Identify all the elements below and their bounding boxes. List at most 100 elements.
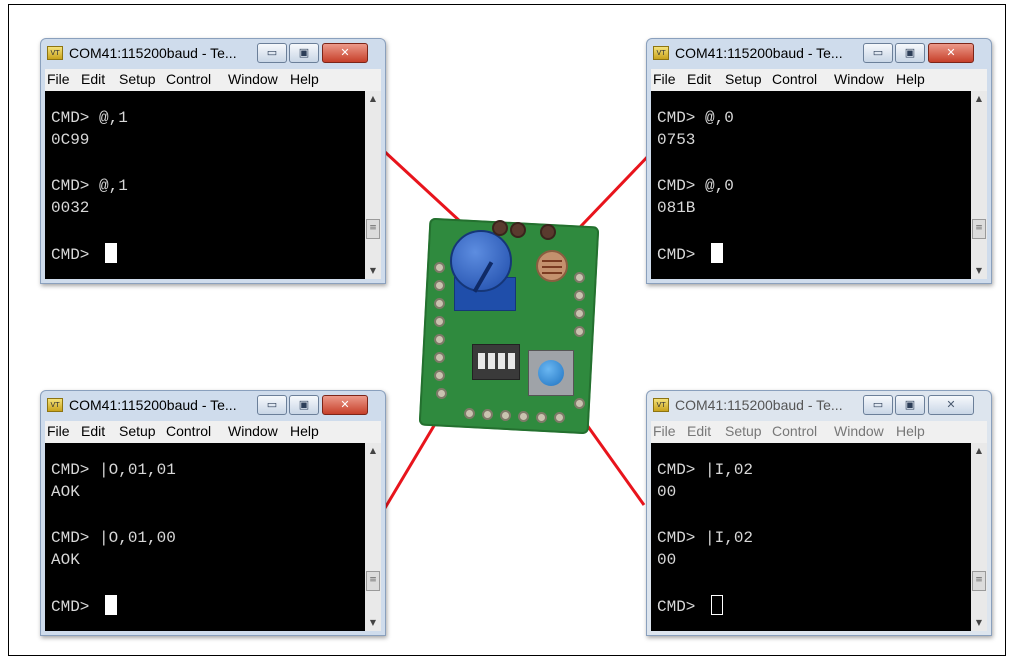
menu-file[interactable]: File bbox=[653, 423, 676, 439]
scroll-grip-icon[interactable]: ≡ bbox=[366, 571, 380, 591]
pin-pad bbox=[554, 412, 565, 423]
prompt-text: CMD> bbox=[51, 598, 100, 616]
scroll-down-icon[interactable]: ▼ bbox=[365, 615, 381, 631]
pin-pad bbox=[434, 316, 445, 327]
app-icon: VT bbox=[47, 46, 63, 60]
minimize-icon[interactable]: ▭ bbox=[863, 43, 893, 63]
scroll-down-icon[interactable]: ▼ bbox=[971, 615, 987, 631]
terminal-line: 0C99 bbox=[51, 131, 90, 149]
pin-pad bbox=[434, 262, 445, 273]
terminal-line: 081B bbox=[657, 199, 696, 217]
title-bar[interactable]: VT COM41:115200baud - Te... ▭ ▣ ✕ bbox=[41, 39, 385, 69]
menu-control[interactable]: Control bbox=[166, 71, 211, 87]
app-icon: VT bbox=[653, 46, 669, 60]
header-post bbox=[510, 222, 526, 238]
menu-help[interactable]: Help bbox=[896, 71, 925, 87]
terminal-line: 0032 bbox=[51, 199, 90, 217]
menu-window[interactable]: Window bbox=[834, 71, 884, 87]
prompt-text: CMD> bbox=[657, 598, 706, 616]
close-icon[interactable]: ✕ bbox=[928, 43, 974, 63]
menu-file[interactable]: File bbox=[47, 423, 70, 439]
scroll-up-icon[interactable]: ▲ bbox=[971, 91, 987, 107]
title-bar[interactable]: VT COM41:115200baud - Te... ▭ ▣ ✕ bbox=[647, 39, 991, 69]
pin-pad bbox=[518, 411, 529, 422]
menu-setup[interactable]: Setup bbox=[725, 423, 762, 439]
pin-pad bbox=[434, 352, 445, 363]
menu-edit[interactable]: Edit bbox=[81, 423, 105, 439]
terminal-line: AOK bbox=[51, 483, 80, 501]
menu-setup[interactable]: Setup bbox=[119, 71, 156, 87]
potentiometer-knob bbox=[450, 230, 512, 293]
menu-window[interactable]: Window bbox=[228, 71, 278, 87]
menu-control[interactable]: Control bbox=[772, 71, 817, 87]
maximize-icon[interactable]: ▣ bbox=[895, 395, 925, 415]
menu-edit[interactable]: Edit bbox=[687, 423, 711, 439]
close-icon[interactable]: ✕ bbox=[928, 395, 974, 415]
terminal-line: CMD> |I,02 bbox=[657, 529, 754, 547]
terminal-window-pot: VT COM41:115200baud - Te... ▭ ▣ ✕ File E… bbox=[40, 38, 386, 284]
minimize-icon[interactable]: ▭ bbox=[257, 43, 287, 63]
vertical-scrollbar[interactable]: ▲ ≡ ▼ bbox=[365, 443, 381, 631]
terminal-line: CMD> |O,01,01 bbox=[51, 461, 176, 479]
title-bar[interactable]: VT COM41:115200baud - Te... ▭ ▣ ✕ bbox=[41, 391, 385, 421]
pin-pad bbox=[482, 409, 493, 420]
terminal-line: 0753 bbox=[657, 131, 696, 149]
vertical-scrollbar[interactable]: ▲ ≡ ▼ bbox=[971, 443, 987, 631]
terminal-area[interactable]: CMD> @,0 0753 CMD> @,0 081B CMD> bbox=[651, 91, 971, 279]
menu-help[interactable]: Help bbox=[896, 423, 925, 439]
menu-window[interactable]: Window bbox=[228, 423, 278, 439]
menu-control[interactable]: Control bbox=[772, 423, 817, 439]
pin-pad bbox=[434, 370, 445, 381]
menu-file[interactable]: File bbox=[47, 71, 70, 87]
menu-help[interactable]: Help bbox=[290, 71, 319, 87]
terminal-window-button: VT COM41:115200baud - Te... ▭ ▣ ✕ File E… bbox=[646, 390, 992, 636]
maximize-icon[interactable]: ▣ bbox=[895, 43, 925, 63]
app-icon: VT bbox=[47, 398, 63, 412]
close-icon[interactable]: ✕ bbox=[322, 43, 368, 63]
maximize-icon[interactable]: ▣ bbox=[289, 43, 319, 63]
vertical-scrollbar[interactable]: ▲ ≡ ▼ bbox=[971, 91, 987, 279]
scroll-down-icon[interactable]: ▼ bbox=[971, 263, 987, 279]
terminal-area[interactable]: CMD> |O,01,01 AOK CMD> |O,01,00 AOK CMD> bbox=[45, 443, 365, 631]
pin-pad bbox=[536, 412, 547, 423]
push-button bbox=[528, 350, 574, 396]
close-icon[interactable]: ✕ bbox=[322, 395, 368, 415]
scroll-up-icon[interactable]: ▲ bbox=[971, 443, 987, 459]
dip-switch bbox=[472, 344, 520, 380]
menu-setup[interactable]: Setup bbox=[725, 71, 762, 87]
text-cursor bbox=[105, 595, 118, 615]
pin-pad bbox=[436, 388, 447, 399]
terminal-area[interactable]: CMD> @,1 0C99 CMD> @,1 0032 CMD> bbox=[45, 91, 365, 279]
title-bar[interactable]: VT COM41:115200baud - Te... ▭ ▣ ✕ bbox=[647, 391, 991, 421]
pin-pad bbox=[434, 298, 445, 309]
sensor-board bbox=[418, 217, 600, 435]
menu-setup[interactable]: Setup bbox=[119, 423, 156, 439]
header-post bbox=[540, 224, 556, 240]
scroll-grip-icon[interactable]: ≡ bbox=[972, 571, 986, 591]
scroll-up-icon[interactable]: ▲ bbox=[365, 91, 381, 107]
vertical-scrollbar[interactable]: ▲ ≡ ▼ bbox=[365, 91, 381, 279]
terminal-line: CMD> |I,02 bbox=[657, 461, 754, 479]
scroll-down-icon[interactable]: ▼ bbox=[365, 263, 381, 279]
pin-pad bbox=[574, 398, 585, 409]
maximize-icon[interactable]: ▣ bbox=[289, 395, 319, 415]
text-cursor bbox=[711, 595, 724, 615]
minimize-icon[interactable]: ▭ bbox=[863, 395, 893, 415]
window-title: COM41:115200baud - Te... bbox=[675, 45, 843, 61]
app-icon: VT bbox=[653, 398, 669, 412]
pin-pad bbox=[434, 280, 445, 291]
minimize-icon[interactable]: ▭ bbox=[257, 395, 287, 415]
scroll-grip-icon[interactable]: ≡ bbox=[366, 219, 380, 239]
menu-edit[interactable]: Edit bbox=[687, 71, 711, 87]
menu-file[interactable]: File bbox=[653, 71, 676, 87]
menu-edit[interactable]: Edit bbox=[81, 71, 105, 87]
terminal-line: CMD> @,0 bbox=[657, 109, 734, 127]
terminal-area[interactable]: CMD> |I,02 00 CMD> |I,02 00 CMD> bbox=[651, 443, 971, 631]
scroll-grip-icon[interactable]: ≡ bbox=[972, 219, 986, 239]
pin-pad bbox=[500, 410, 511, 421]
menu-control[interactable]: Control bbox=[166, 423, 211, 439]
menu-window[interactable]: Window bbox=[834, 423, 884, 439]
scroll-up-icon[interactable]: ▲ bbox=[365, 443, 381, 459]
window-title: COM41:115200baud - Te... bbox=[675, 397, 843, 413]
menu-help[interactable]: Help bbox=[290, 423, 319, 439]
